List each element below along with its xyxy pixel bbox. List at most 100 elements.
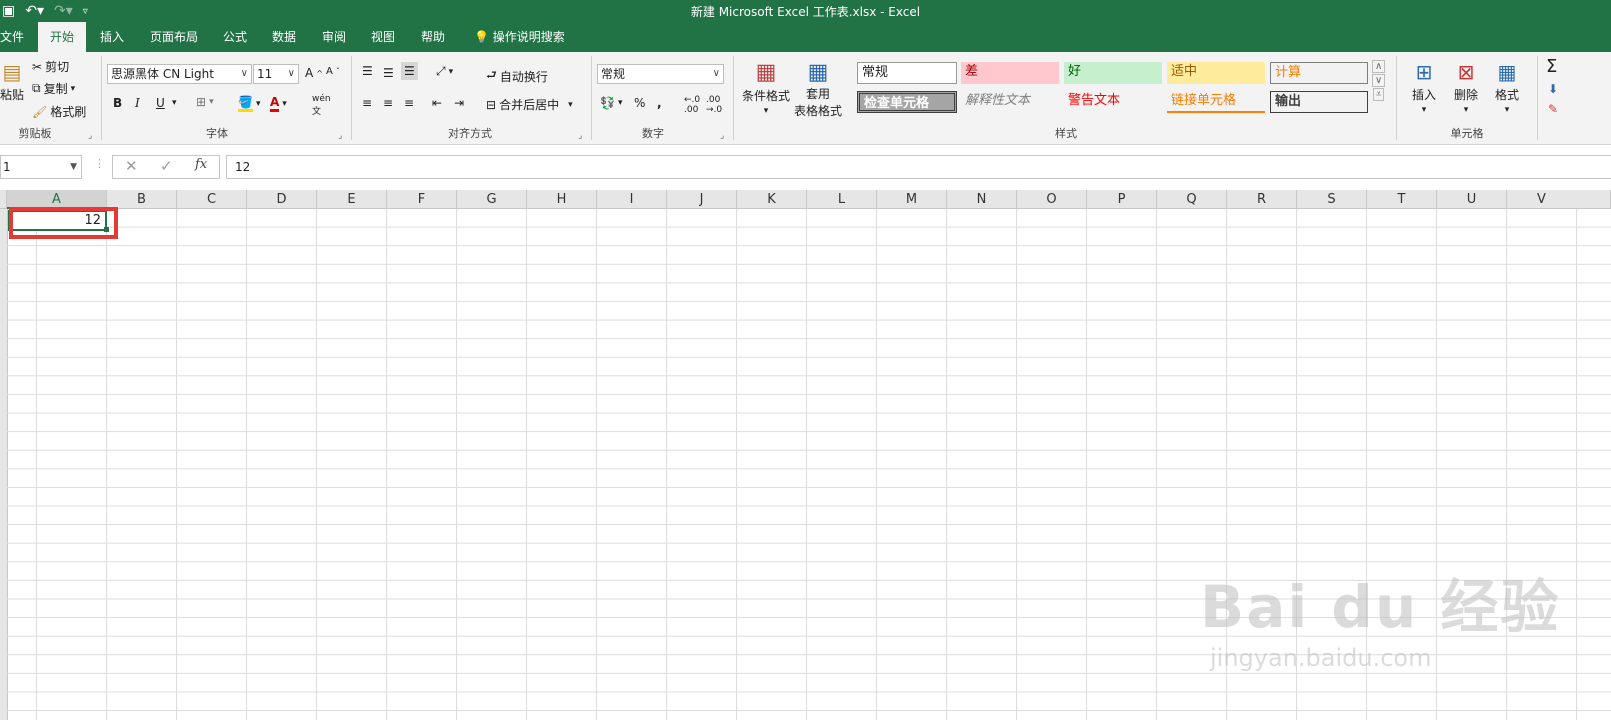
column-header-q[interactable]: Q (1157, 190, 1227, 209)
border-icon[interactable]: ⊞ ▾ (196, 95, 214, 109)
merge-center-button[interactable]: ⊟ 合并后居中 ▾ (486, 96, 573, 113)
font-size-select[interactable]: 11 ∨ (253, 64, 299, 84)
tab-insert[interactable]: 插入 (88, 22, 136, 52)
underline-button[interactable]: U (156, 96, 165, 110)
column-header-v[interactable]: V (1507, 190, 1611, 209)
tab-review[interactable]: 审阅 (310, 22, 358, 52)
font-color-icon[interactable]: A ▾ (270, 95, 287, 112)
cancel-icon[interactable]: ✕ (125, 157, 138, 175)
column-header-r[interactable]: R (1227, 190, 1297, 209)
decrease-font-button[interactable]: Aˇ (326, 66, 340, 77)
accounting-format-icon[interactable]: 💱 ▾ (600, 96, 622, 110)
style-output[interactable]: 输出 (1270, 91, 1368, 113)
chevron-down-icon: ∨ (240, 68, 248, 79)
delete-cells-button[interactable]: ⊠ 删除 ▾ (1454, 60, 1478, 115)
column-header-d[interactable]: D (247, 190, 317, 209)
clear-icon[interactable]: ✎ (1548, 102, 1558, 116)
style-explanatory[interactable]: 解释性文本 (961, 91, 1059, 113)
italic-button[interactable]: I (135, 96, 140, 110)
tab-view[interactable]: 视图 (359, 22, 407, 52)
style-normal[interactable]: 常规 (857, 62, 957, 84)
format-as-table-button[interactable]: ▦ 套用 表格格式 (794, 60, 842, 119)
style-check-cell[interactable]: 检查单元格 (857, 91, 957, 113)
paste-button[interactable]: ▤ 粘贴 (0, 60, 24, 103)
underline-dropdown-icon[interactable]: ▾ (172, 98, 177, 108)
format-cells-button[interactable]: ▦ 格式 ▾ (1495, 60, 1519, 115)
percent-icon[interactable]: % (634, 96, 645, 110)
align-right-icon[interactable]: ≡ (404, 96, 414, 110)
tab-home[interactable]: 开始 (38, 22, 87, 52)
column-header-k[interactable]: K (737, 190, 807, 209)
align-middle-icon[interactable]: ☰ (383, 66, 394, 80)
window-title: 新建 Microsoft Excel 工作表.xlsx - Excel (690, 5, 921, 19)
number-format-select[interactable]: 常规 ∨ (597, 64, 724, 84)
column-header-t[interactable]: T (1367, 190, 1437, 209)
alignment-launcher-icon[interactable]: ⌟ (578, 131, 582, 141)
insert-function-icon[interactable]: fx (195, 157, 207, 172)
increase-indent-icon[interactable]: ⇥ (454, 96, 464, 110)
bold-button[interactable]: B (113, 96, 122, 110)
select-all-corner[interactable] (0, 190, 7, 209)
column-header-g[interactable]: G (457, 190, 527, 209)
styles-gallery-scroll[interactable]: ∧ ∨ ⩡ (1372, 60, 1386, 101)
insert-cells-button[interactable]: ⊞ 插入 ▾ (1412, 60, 1436, 115)
increase-decimal-icon[interactable]: ←.0.00 (684, 95, 700, 115)
style-good[interactable]: 好 (1064, 62, 1162, 84)
orientation-icon[interactable]: ⤢ ▾ (436, 64, 453, 79)
fill-color-icon[interactable]: 🪣 ▾ (238, 95, 260, 112)
column-header-j[interactable]: J (667, 190, 737, 209)
styles-group-label: 样式 (1055, 127, 1077, 140)
style-linked-cell[interactable]: 链接单元格 (1167, 91, 1265, 113)
cut-button[interactable]: ✂ 剪切 (32, 58, 69, 75)
align-center-icon[interactable]: ≡ (383, 96, 393, 110)
style-calculation[interactable]: 计算 (1270, 62, 1368, 84)
title-bar: ▣ ↶▾ ↷▾ ▿ 新建 Microsoft Excel 工作表.xlsx - … (0, 0, 1611, 22)
chevron-down-icon[interactable]: ▼ (70, 156, 77, 178)
column-header-f[interactable]: F (387, 190, 457, 209)
fill-icon[interactable]: ⬇ (1548, 82, 1558, 96)
format-painter-button[interactable]: 🖌 格式刷 (32, 103, 86, 120)
tab-data[interactable]: 数据 (260, 22, 308, 52)
column-header-p[interactable]: P (1087, 190, 1157, 209)
font-launcher-icon[interactable]: ⌟ (338, 131, 342, 141)
column-header-l[interactable]: L (807, 190, 877, 209)
conditional-formatting-button[interactable]: ▦ 条件格式 ▾ (742, 60, 790, 116)
align-bottom-icon[interactable]: ☰ (401, 62, 418, 80)
align-left-icon[interactable]: ≡ (362, 96, 372, 110)
name-box[interactable]: 1 ▼ (0, 155, 82, 179)
autosum-icon[interactable]: Σ (1546, 56, 1557, 77)
decrease-decimal-icon[interactable]: .00 →.0 (706, 95, 722, 115)
column-header-i[interactable]: I (597, 190, 667, 209)
column-header-h[interactable]: H (527, 190, 597, 209)
tab-page-layout[interactable]: 页面布局 (138, 22, 210, 52)
style-warning[interactable]: 警告文本 (1064, 91, 1162, 113)
phonetic-icon[interactable]: wén 文 (312, 94, 331, 117)
tab-help[interactable]: 帮助 (409, 22, 457, 52)
style-neutral[interactable]: 适中 (1167, 62, 1265, 84)
tab-file[interactable]: 文件 (0, 22, 36, 52)
tab-formulas[interactable]: 公式 (211, 22, 259, 52)
formula-input[interactable]: 12 (226, 155, 1611, 179)
column-header-o[interactable]: O (1017, 190, 1087, 209)
style-bad[interactable]: 差 (961, 62, 1059, 84)
tell-me-search[interactable]: 💡 操作说明搜索 (462, 22, 577, 52)
clipboard-launcher-icon[interactable]: ⌟ (88, 131, 92, 141)
copy-button[interactable]: ⧉ 复制 ▾ (32, 80, 75, 97)
column-header-u[interactable]: U (1437, 190, 1507, 209)
ribbon-tabs: 文件 开始 插入 页面布局 公式 数据 审阅 视图 帮助 💡 操作说明搜索 (0, 22, 1611, 52)
column-header-c[interactable]: C (177, 190, 247, 209)
font-name-select[interactable]: 思源黑体 CN Light ∨ (107, 64, 252, 84)
comma-style-icon[interactable]: , (657, 96, 662, 110)
column-header-s[interactable]: S (1297, 190, 1367, 209)
enter-icon[interactable]: ✓ (160, 157, 173, 175)
chevron-down-icon: ∨ (287, 68, 295, 79)
decrease-indent-icon[interactable]: ⇤ (432, 96, 442, 110)
clipboard-group-label: 剪贴板 (18, 127, 52, 140)
number-launcher-icon[interactable]: ⌟ (720, 131, 724, 141)
align-top-icon[interactable]: ☰ (362, 64, 373, 78)
column-header-e[interactable]: E (317, 190, 387, 209)
column-header-n[interactable]: N (947, 190, 1017, 209)
wrap-text-button[interactable]: ⮐ 自动换行 (486, 66, 548, 87)
column-header-m[interactable]: M (877, 190, 947, 209)
increase-font-button[interactable]: A ^ (305, 66, 323, 80)
